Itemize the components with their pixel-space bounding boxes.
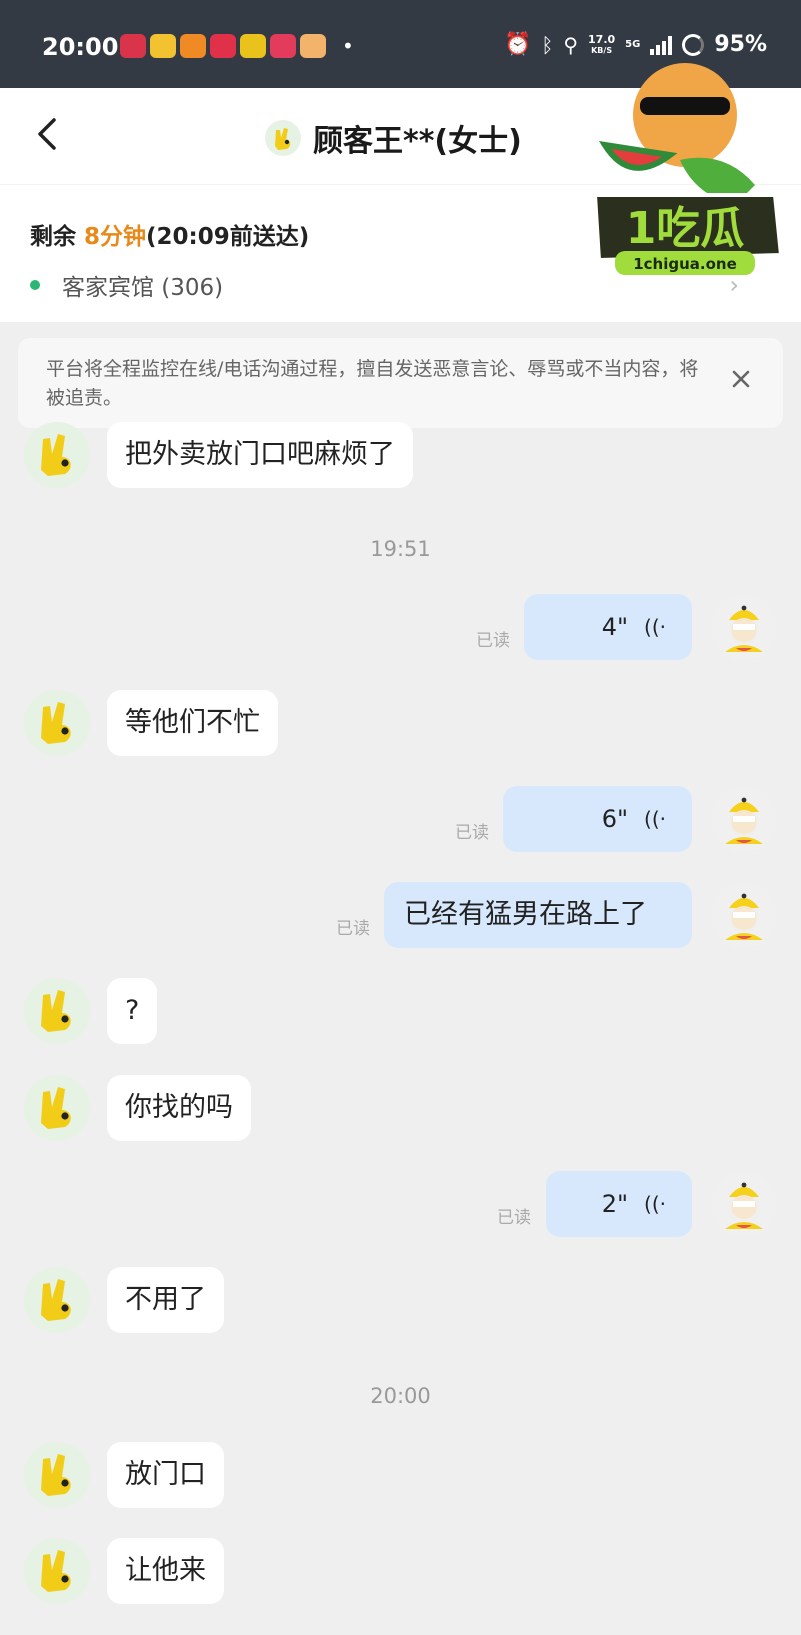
notification-icons — [120, 34, 326, 58]
message-incoming: 等他们不忙 — [0, 690, 801, 756]
message-incoming: 你找的吗 — [0, 1075, 801, 1141]
voice-duration: 2" — [601, 1190, 629, 1218]
customer-avatar[interactable] — [24, 1267, 90, 1333]
notice-text: 平台将全程监控在线/电话沟通过程，擅自发送恶意言论、辱骂或不当内容，将被追责。 — [46, 358, 699, 409]
voice-duration: 6" — [601, 805, 629, 833]
read-status: 已读 — [476, 631, 510, 651]
customer-avatar[interactable] — [24, 1075, 90, 1141]
signal-icon — [650, 35, 673, 55]
message-bubble[interactable]: 放门口 — [107, 1442, 224, 1508]
voice-wave-icon: ((· — [644, 1192, 666, 1216]
rider-avatar[interactable] — [711, 594, 777, 660]
rider-avatar[interactable] — [711, 882, 777, 948]
message-bubble[interactable]: ? — [107, 978, 158, 1044]
svg-text:1吃瓜: 1吃瓜 — [626, 203, 745, 254]
app-notification-icon — [150, 34, 176, 58]
battery-icon — [682, 33, 705, 56]
app-notification-icon — [300, 34, 326, 58]
delivery-address: 客家宾馆 (306) — [30, 268, 223, 302]
location-icon: ⚲ — [563, 32, 579, 57]
customer-avatar[interactable] — [24, 690, 90, 756]
message-incoming: 放门口 — [0, 1442, 801, 1508]
message-bubble[interactable]: 让他来 — [107, 1538, 224, 1604]
voice-message-outgoing: 已读 6" ((· — [0, 786, 801, 852]
voice-bubble[interactable]: 2" ((· — [546, 1171, 692, 1237]
voice-wave-icon: ((· — [644, 615, 666, 639]
customer-avatar-icon — [265, 120, 301, 156]
site-watermark-logo: 1吃瓜 1chigua.one — [592, 63, 784, 275]
read-status: 已读 — [336, 919, 370, 939]
customer-avatar[interactable] — [24, 1442, 90, 1508]
app-notification-icon — [270, 34, 296, 58]
network-type: 5G — [625, 38, 641, 50]
voice-wave-icon: ((· — [644, 807, 666, 831]
network-speed: 17.0 KB/S — [588, 32, 616, 55]
message-bubble[interactable]: 等他们不忙 — [107, 690, 278, 756]
timestamp: 20:00 — [370, 1384, 431, 1408]
voice-duration: 4" — [601, 613, 629, 641]
app-notification-icon — [120, 34, 146, 58]
back-icon[interactable] — [30, 114, 70, 154]
message-outgoing: 已读 已经有猛男在路上了 — [0, 882, 801, 948]
voice-bubble[interactable]: 6" ((· — [503, 786, 692, 852]
customer-avatar[interactable] — [24, 978, 90, 1044]
app-notification-icon — [210, 34, 236, 58]
voice-bubble[interactable]: 4" ((· — [524, 594, 692, 660]
read-status: 已读 — [497, 1208, 531, 1228]
svg-text:1chigua.one: 1chigua.one — [633, 255, 737, 273]
customer-avatar[interactable] — [24, 422, 90, 488]
battery-level: 95% — [714, 32, 767, 57]
platform-notice: 平台将全程监控在线/电话沟通过程，擅自发送恶意言论、辱骂或不当内容，将被追责。 — [18, 338, 783, 428]
rider-avatar[interactable] — [711, 1171, 777, 1237]
customer-name: 顾客王**(女士) — [313, 124, 522, 159]
message-bubble[interactable]: 已经有猛男在路上了 — [384, 882, 692, 948]
voice-message-outgoing: 已读 4" ((· — [0, 594, 801, 660]
rider-avatar[interactable] — [711, 786, 777, 852]
message-bubble[interactable]: 你找的吗 — [107, 1075, 251, 1141]
status-time: 20:00 — [42, 33, 119, 61]
app-notification-icon — [180, 34, 206, 58]
bluetooth-icon: ᛒ — [541, 32, 554, 57]
timestamp: 19:51 — [370, 537, 431, 561]
app-notification-icon — [240, 34, 266, 58]
close-icon[interactable] — [729, 367, 753, 391]
read-status: 已读 — [455, 823, 489, 843]
delivery-remaining-time: 剩余 8分钟(20:09前送达) — [30, 224, 310, 250]
alarm-icon: ⏰ — [503, 32, 532, 57]
message-bubble[interactable]: 不用了 — [107, 1267, 224, 1333]
customer-avatar[interactable] — [24, 1538, 90, 1604]
message-bubble[interactable]: 把外卖放门口吧麻烦了 — [107, 422, 413, 488]
message-incoming: 不用了 — [0, 1267, 801, 1333]
voice-message-outgoing: 已读 2" ((· — [0, 1171, 801, 1237]
message-incoming: 让他来 — [0, 1538, 801, 1604]
message-incoming: ? — [0, 978, 801, 1044]
message-incoming: 把外卖放门口吧麻烦了 — [0, 422, 801, 488]
location-dot-icon — [30, 280, 40, 290]
more-notifications-dot: • — [342, 34, 354, 58]
